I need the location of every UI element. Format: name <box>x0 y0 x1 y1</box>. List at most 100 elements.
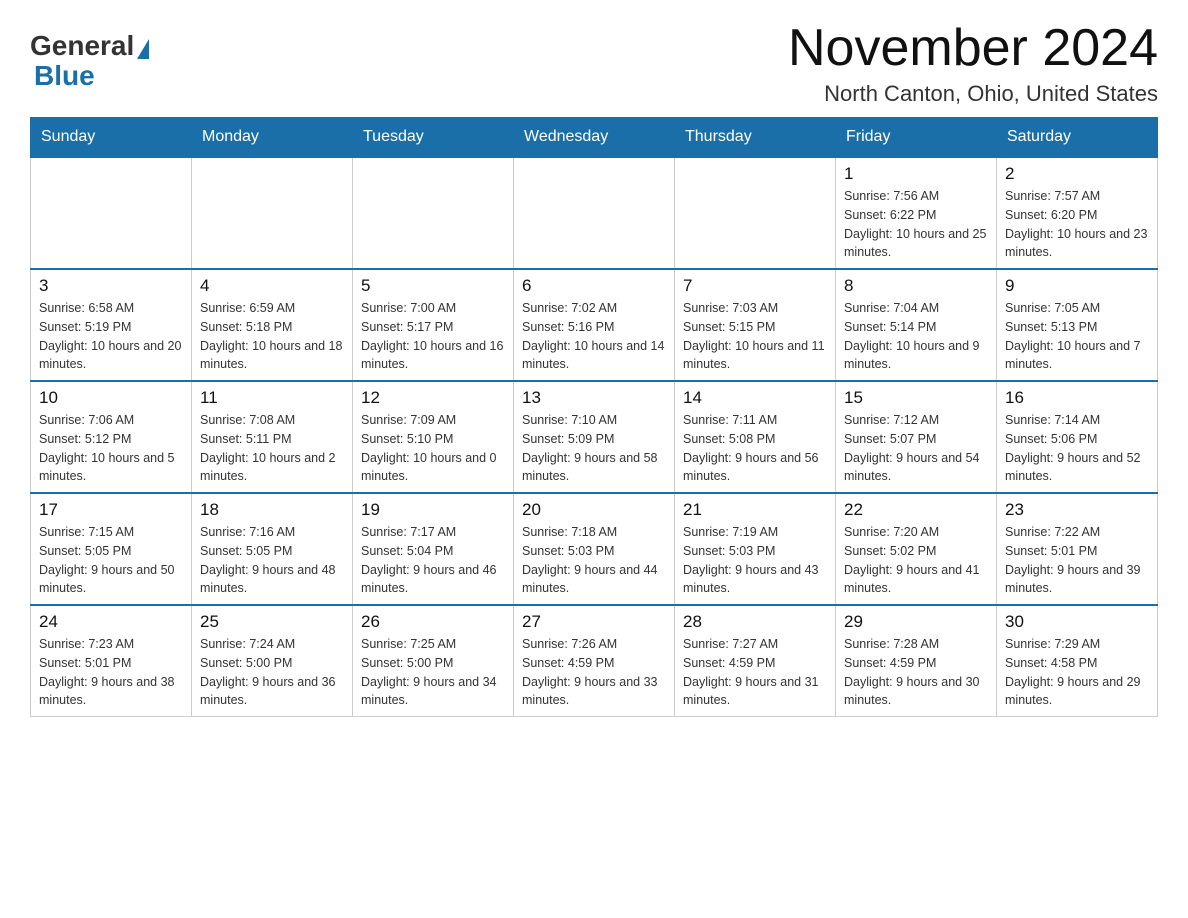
calendar-day-header-monday: Monday <box>192 118 353 158</box>
calendar-cell <box>31 157 192 269</box>
day-number: 4 <box>200 276 344 296</box>
day-number: 7 <box>683 276 827 296</box>
day-number: 6 <box>522 276 666 296</box>
day-info: Sunrise: 6:59 AMSunset: 5:18 PMDaylight:… <box>200 299 344 374</box>
day-number: 30 <box>1005 612 1149 632</box>
calendar-cell: 11Sunrise: 7:08 AMSunset: 5:11 PMDayligh… <box>192 381 353 493</box>
day-number: 8 <box>844 276 988 296</box>
day-info: Sunrise: 7:18 AMSunset: 5:03 PMDaylight:… <box>522 523 666 598</box>
day-info: Sunrise: 7:02 AMSunset: 5:16 PMDaylight:… <box>522 299 666 374</box>
day-info: Sunrise: 7:57 AMSunset: 6:20 PMDaylight:… <box>1005 187 1149 262</box>
calendar-cell <box>514 157 675 269</box>
day-number: 18 <box>200 500 344 520</box>
calendar-cell: 18 Sunrise: 7:16 AMSunset: 5:05 PMDayligh… <box>192 493 353 605</box>
calendar-cell: 4 Sunrise: 6:59 AMSunset: 5:18 PMDaylight… <box>192 269 353 381</box>
day-info: Sunrise: 7:04 AMSunset: 5:14 PMDaylight:… <box>844 299 988 374</box>
week-row-4: 17 Sunrise: 7:15 AMSunset: 5:05 PMDayligh… <box>31 493 1158 605</box>
calendar-cell: 7 Sunrise: 7:03 AMSunset: 5:15 PMDaylight… <box>675 269 836 381</box>
calendar-cell: 20 Sunrise: 7:18 AMSunset: 5:03 PMDayligh… <box>514 493 675 605</box>
day-info: Sunrise: 7:11 AMSunset: 5:08 PMDaylight:… <box>683 411 827 486</box>
calendar-day-header-saturday: Saturday <box>997 118 1158 158</box>
day-number: 29 <box>844 612 988 632</box>
calendar-cell: 13 Sunrise: 7:10 AMSunset: 5:09 PMDayligh… <box>514 381 675 493</box>
day-info: Sunrise: 7:22 AMSunset: 5:01 PMDaylight:… <box>1005 523 1149 598</box>
day-info: Sunrise: 7:16 AMSunset: 5:05 PMDaylight:… <box>200 523 344 598</box>
day-info: Sunrise: 7:10 AMSunset: 5:09 PMDaylight:… <box>522 411 666 486</box>
day-number: 1 <box>844 164 988 184</box>
calendar-cell <box>675 157 836 269</box>
day-info: Sunrise: 7:00 AMSunset: 5:17 PMDaylight:… <box>361 299 505 374</box>
day-info: Sunrise: 7:05 AMSunset: 5:13 PMDaylight:… <box>1005 299 1149 374</box>
day-number: 28 <box>683 612 827 632</box>
day-number: 15 <box>844 388 988 408</box>
day-info: Sunrise: 7:20 AMSunset: 5:02 PMDaylight:… <box>844 523 988 598</box>
title-section: November 2024 North Canton, Ohio, United… <box>788 20 1158 107</box>
day-number: 25 <box>200 612 344 632</box>
day-number: 26 <box>361 612 505 632</box>
week-row-2: 3 Sunrise: 6:58 AMSunset: 5:19 PMDaylight… <box>31 269 1158 381</box>
day-number: 23 <box>1005 500 1149 520</box>
day-number: 12 <box>361 388 505 408</box>
month-title: November 2024 <box>788 20 1158 77</box>
calendar-cell: 12 Sunrise: 7:09 AMSunset: 5:10 PMDayligh… <box>353 381 514 493</box>
calendar-cell: 19Sunrise: 7:17 AMSunset: 5:04 PMDayligh… <box>353 493 514 605</box>
day-number: 14 <box>683 388 827 408</box>
day-number: 17 <box>39 500 183 520</box>
day-number: 2 <box>1005 164 1149 184</box>
day-number: 3 <box>39 276 183 296</box>
calendar-day-header-tuesday: Tuesday <box>353 118 514 158</box>
day-number: 9 <box>1005 276 1149 296</box>
day-number: 22 <box>844 500 988 520</box>
logo-blue-text: Blue <box>30 60 95 92</box>
week-row-3: 10Sunrise: 7:06 AMSunset: 5:12 PMDayligh… <box>31 381 1158 493</box>
day-number: 21 <box>683 500 827 520</box>
location-text: North Canton, Ohio, United States <box>788 81 1158 107</box>
calendar-cell: 17 Sunrise: 7:15 AMSunset: 5:05 PMDayligh… <box>31 493 192 605</box>
calendar-cell: 10Sunrise: 7:06 AMSunset: 5:12 PMDayligh… <box>31 381 192 493</box>
day-info: Sunrise: 7:28 AMSunset: 4:59 PMDaylight:… <box>844 635 988 710</box>
calendar-cell: 23 Sunrise: 7:22 AMSunset: 5:01 PMDayligh… <box>997 493 1158 605</box>
logo-triangle-icon <box>137 39 149 59</box>
calendar-day-header-thursday: Thursday <box>675 118 836 158</box>
calendar-cell: 9 Sunrise: 7:05 AMSunset: 5:13 PMDaylight… <box>997 269 1158 381</box>
week-row-5: 24 Sunrise: 7:23 AMSunset: 5:01 PMDayligh… <box>31 605 1158 717</box>
calendar-cell: 22 Sunrise: 7:20 AMSunset: 5:02 PMDayligh… <box>836 493 997 605</box>
calendar-cell: 24 Sunrise: 7:23 AMSunset: 5:01 PMDayligh… <box>31 605 192 717</box>
day-info: Sunrise: 7:08 AMSunset: 5:11 PMDaylight:… <box>200 411 344 486</box>
calendar-cell: 2 Sunrise: 7:57 AMSunset: 6:20 PMDaylight… <box>997 157 1158 269</box>
day-info: Sunrise: 7:12 AMSunset: 5:07 PMDaylight:… <box>844 411 988 486</box>
day-info: Sunrise: 7:15 AMSunset: 5:05 PMDaylight:… <box>39 523 183 598</box>
day-info: Sunrise: 7:17 AMSunset: 5:04 PMDaylight:… <box>361 523 505 598</box>
calendar-day-header-wednesday: Wednesday <box>514 118 675 158</box>
day-info: Sunrise: 6:58 AMSunset: 5:19 PMDaylight:… <box>39 299 183 374</box>
calendar-cell: 26Sunrise: 7:25 AMSunset: 5:00 PMDayligh… <box>353 605 514 717</box>
day-info: Sunrise: 7:23 AMSunset: 5:01 PMDaylight:… <box>39 635 183 710</box>
calendar-cell: 21 Sunrise: 7:19 AMSunset: 5:03 PMDayligh… <box>675 493 836 605</box>
day-info: Sunrise: 7:29 AMSunset: 4:58 PMDaylight:… <box>1005 635 1149 710</box>
logo: General Blue <box>30 30 149 92</box>
calendar-cell: 30 Sunrise: 7:29 AMSunset: 4:58 PMDayligh… <box>997 605 1158 717</box>
calendar-cell: 5 Sunrise: 7:00 AMSunset: 5:17 PMDaylight… <box>353 269 514 381</box>
day-number: 20 <box>522 500 666 520</box>
calendar-cell: 6 Sunrise: 7:02 AMSunset: 5:16 PMDaylight… <box>514 269 675 381</box>
day-info: Sunrise: 7:19 AMSunset: 5:03 PMDaylight:… <box>683 523 827 598</box>
logo-general-text: General <box>30 30 134 62</box>
calendar-day-header-sunday: Sunday <box>31 118 192 158</box>
calendar-cell: 27Sunrise: 7:26 AMSunset: 4:59 PMDayligh… <box>514 605 675 717</box>
day-number: 13 <box>522 388 666 408</box>
day-info: Sunrise: 7:03 AMSunset: 5:15 PMDaylight:… <box>683 299 827 374</box>
day-number: 27 <box>522 612 666 632</box>
day-info: Sunrise: 7:27 AMSunset: 4:59 PMDaylight:… <box>683 635 827 710</box>
calendar-cell: 8 Sunrise: 7:04 AMSunset: 5:14 PMDaylight… <box>836 269 997 381</box>
calendar-cell: 14 Sunrise: 7:11 AMSunset: 5:08 PMDayligh… <box>675 381 836 493</box>
day-info: Sunrise: 7:24 AMSunset: 5:00 PMDaylight:… <box>200 635 344 710</box>
calendar-cell <box>192 157 353 269</box>
calendar-cell: 28 Sunrise: 7:27 AMSunset: 4:59 PMDayligh… <box>675 605 836 717</box>
day-info: Sunrise: 7:09 AMSunset: 5:10 PMDaylight:… <box>361 411 505 486</box>
calendar-cell: 15 Sunrise: 7:12 AMSunset: 5:07 PMDayligh… <box>836 381 997 493</box>
calendar-header-row: SundayMondayTuesdayWednesdayThursdayFrid… <box>31 118 1158 158</box>
day-number: 24 <box>39 612 183 632</box>
day-number: 5 <box>361 276 505 296</box>
calendar-cell: 25 Sunrise: 7:24 AMSunset: 5:00 PMDayligh… <box>192 605 353 717</box>
calendar-table: SundayMondayTuesdayWednesdayThursdayFrid… <box>30 117 1158 717</box>
